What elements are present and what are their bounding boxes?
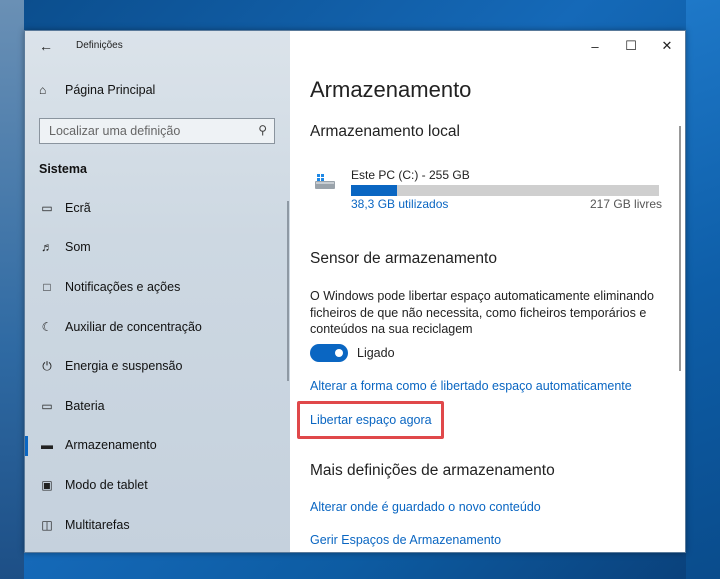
sidebar-item-label: Notificações e ações (65, 279, 181, 294)
sidebar-item-label: Auxiliar de concentração (65, 319, 202, 334)
local-storage-heading: Armazenamento local (310, 123, 460, 140)
home-link[interactable]: ⌂ Página Principal (39, 83, 155, 97)
sidebar-item-label: Modo de tablet (65, 477, 148, 492)
toggle-knob (335, 349, 343, 357)
sidebar-nav: ▭ Ecrã ♬ Som □ Notificações e ações ☾ Au… (25, 188, 290, 544)
titlebar: ← Definições (25, 31, 290, 61)
sidebar-item-multitarefas[interactable]: ◫ Multitarefas (25, 505, 290, 545)
notification-icon: □ (43, 279, 51, 294)
sidebar-item-som[interactable]: ♬ Som (25, 228, 290, 268)
storage-icon: ▬ (41, 438, 53, 453)
sidebar-item-label: Som (65, 240, 91, 255)
search-box[interactable]: ⚲ (39, 118, 275, 144)
page-title: Armazenamento (310, 77, 472, 102)
storage-sense-toggle[interactable] (310, 344, 348, 362)
multitask-icon: ◫ (41, 517, 53, 532)
drive-icon (315, 174, 335, 189)
window-controls: – ☐ ✕ (577, 31, 685, 61)
close-button[interactable]: ✕ (649, 31, 685, 61)
section-heading: Sistema (39, 162, 87, 176)
app-title: Definições (76, 40, 123, 51)
sidebar-item-ecra[interactable]: ▭ Ecrã (25, 188, 290, 228)
toggle-label: Ligado (357, 346, 395, 360)
storage-sense-heading: Sensor de armazenamento (310, 250, 497, 267)
main-scrollbar[interactable] (679, 126, 681, 371)
tablet-icon: ▣ (41, 477, 53, 492)
speaker-icon: ♬ (41, 240, 53, 255)
drive-used-text: 38,3 GB utilizados (351, 197, 449, 211)
search-input[interactable] (40, 119, 240, 143)
settings-window: ← Definições ⌂ Página Principal ⚲ Sistem… (24, 30, 686, 553)
home-label: Página Principal (65, 83, 156, 97)
change-free-space-link[interactable]: Alterar a forma como é libertado espaço … (310, 379, 632, 393)
battery-icon: ▭ (41, 398, 53, 413)
desktop-background-left (0, 0, 24, 579)
sidebar-item-energia[interactable]: ⏻ Energia e suspensão (25, 346, 290, 386)
sidebar-item-concentracao[interactable]: ☾ Auxiliar de concentração (25, 307, 290, 347)
main-content: – ☐ ✕ Armazenamento Armazenamento local … (290, 31, 685, 552)
sidebar-item-label: Armazenamento (65, 438, 157, 453)
drive-free-text: 217 GB livres (590, 197, 663, 211)
sidebar-item-tablet[interactable]: ▣ Modo de tablet (25, 465, 290, 505)
sidebar-item-label: Energia e suspensão (65, 359, 183, 374)
moon-icon: ☾ (41, 319, 53, 334)
sidebar-item-notificacoes[interactable]: □ Notificações e ações (25, 267, 290, 307)
manage-storage-spaces-link[interactable]: Gerir Espaços de Armazenamento (310, 533, 501, 547)
sidebar-item-armazenamento[interactable]: ▬ Armazenamento (25, 426, 290, 466)
back-arrow-icon[interactable]: ← (39, 38, 53, 54)
home-icon: ⌂ (39, 83, 47, 97)
sidebar-item-label: Bateria (65, 398, 105, 413)
drive-usage-bar (351, 185, 659, 196)
maximize-button[interactable]: ☐ (613, 31, 649, 61)
power-icon: ⏻ (42, 358, 52, 373)
sidebar-scrollbar[interactable] (287, 201, 289, 381)
sidebar-item-label: Multitarefas (65, 517, 130, 532)
drive-entry[interactable]: Este PC (C:) - 255 GB 38,3 GB utilizados… (310, 167, 685, 217)
sidebar: ← Definições ⌂ Página Principal ⚲ Sistem… (25, 31, 290, 552)
desktop-background-right (686, 0, 720, 579)
more-storage-heading: Mais definições de armazenamento (310, 462, 555, 479)
change-save-location-link[interactable]: Alterar onde é guardado o novo conteúdo (310, 500, 541, 514)
search-icon[interactable]: ⚲ (258, 123, 267, 137)
sidebar-item-bateria[interactable]: ▭ Bateria (25, 386, 290, 426)
sidebar-item-label: Ecrã (65, 200, 91, 215)
storage-sense-description: O Windows pode libertar espaço automatic… (310, 289, 654, 336)
free-space-now-link[interactable]: Libertar espaço agora (310, 413, 432, 427)
drive-name: Este PC (C:) - 255 GB (351, 168, 470, 182)
display-icon: ▭ (41, 200, 53, 215)
minimize-button[interactable]: – (577, 31, 613, 61)
drive-usage-fill (351, 185, 398, 196)
